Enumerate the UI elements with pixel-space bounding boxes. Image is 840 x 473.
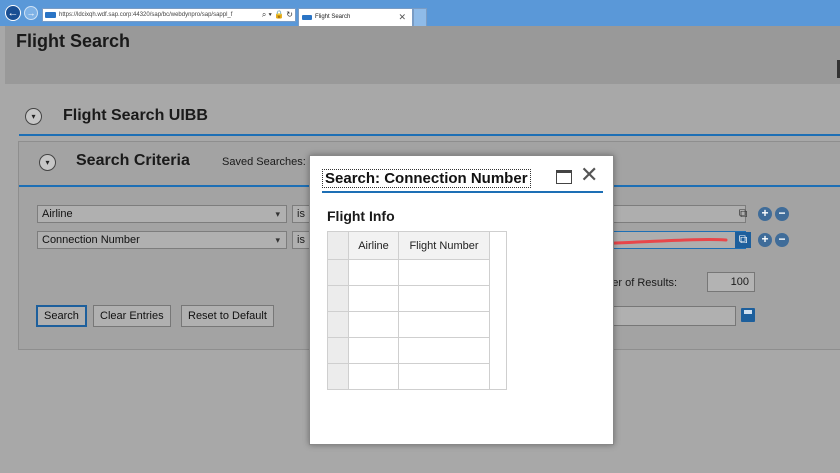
value-help-icon-active[interactable]: ⧉ bbox=[735, 232, 751, 248]
close-icon[interactable]: ✕ bbox=[580, 164, 598, 186]
table-scrollbar[interactable] bbox=[489, 231, 507, 390]
operator-select-airline[interactable]: is bbox=[292, 205, 310, 223]
save-icon[interactable] bbox=[741, 308, 755, 322]
remove-row-icon[interactable]: − bbox=[775, 207, 789, 221]
browser-tab[interactable]: Flight Search ✕ bbox=[298, 8, 413, 26]
forward-arrow-icon[interactable]: → bbox=[24, 6, 38, 20]
collapse-uibb-icon[interactable]: ▾ bbox=[25, 108, 42, 125]
tab-favicon-icon bbox=[302, 15, 312, 20]
value-help-icon[interactable]: ⧉ bbox=[735, 206, 751, 222]
flight-number-cell bbox=[398, 363, 490, 390]
address-bar[interactable]: https://ldcixqh.wdf.sap.corp:44320/sap/b… bbox=[42, 8, 296, 22]
search-criteria-title: Search Criteria bbox=[76, 152, 190, 169]
column-header-flight-number[interactable]: Flight Number bbox=[398, 231, 490, 260]
flight-results-table: Airline Flight Number bbox=[327, 231, 507, 390]
row-selector[interactable] bbox=[327, 363, 349, 390]
tab-close-icon[interactable]: ✕ bbox=[398, 9, 406, 25]
airline-cell bbox=[348, 337, 399, 364]
address-url: https://ldcixqh.wdf.sap.corp:44320/sap/b… bbox=[59, 12, 233, 18]
flight-number-cell bbox=[398, 285, 490, 312]
address-bar-icons[interactable]: ⌕ ▾ 🔒 ↻ bbox=[262, 9, 293, 21]
flight-number-cell bbox=[398, 337, 490, 364]
field-select-connection[interactable]: Connection Number ▾ bbox=[37, 231, 287, 249]
airline-cell bbox=[348, 363, 399, 390]
row-selector[interactable] bbox=[327, 259, 349, 286]
field-select-airline[interactable]: Airline ▾ bbox=[37, 205, 287, 223]
dialog-title: Search: Connection Number bbox=[322, 169, 531, 188]
page-header: Flight Search bbox=[5, 26, 840, 84]
dialog-title-divider bbox=[322, 191, 603, 193]
save-search-name-input[interactable] bbox=[610, 306, 736, 326]
column-header-airline[interactable]: Airline bbox=[348, 231, 399, 260]
table-row[interactable] bbox=[327, 311, 507, 338]
uibb-title: Flight Search UIBB bbox=[63, 107, 208, 124]
airline-cell bbox=[348, 259, 399, 286]
max-results-input[interactable]: 100 bbox=[707, 272, 755, 292]
uibb-header: ▾ Flight Search UIBB bbox=[19, 104, 840, 136]
table-row[interactable] bbox=[327, 363, 507, 390]
remove-row-icon[interactable]: − bbox=[775, 233, 789, 247]
field-select-value: Airline bbox=[42, 208, 73, 220]
chevron-down-icon: ▾ bbox=[275, 235, 280, 245]
row-selector[interactable] bbox=[327, 285, 349, 312]
operator-select-connection[interactable]: is bbox=[292, 231, 310, 249]
chevron-down-icon: ▾ bbox=[275, 209, 280, 219]
collapse-criteria-icon[interactable]: ▾ bbox=[39, 154, 56, 171]
airline-cell bbox=[348, 311, 399, 338]
table-row[interactable] bbox=[327, 285, 507, 312]
browser-toolbar: ← → https://ldcixqh.wdf.sap.corp:44320/s… bbox=[0, 0, 840, 26]
row-selector[interactable] bbox=[327, 337, 349, 364]
row-selector-header[interactable] bbox=[327, 231, 349, 260]
add-row-icon[interactable]: + bbox=[758, 207, 772, 221]
page-title: Flight Search bbox=[16, 31, 131, 51]
airline-value-input[interactable] bbox=[606, 205, 746, 223]
clear-entries-button[interactable]: Clear Entries bbox=[93, 305, 171, 327]
tab-title: Flight Search bbox=[315, 14, 351, 20]
add-row-icon[interactable]: + bbox=[758, 233, 772, 247]
row-selector[interactable] bbox=[327, 311, 349, 338]
back-arrow-icon[interactable]: ← bbox=[5, 5, 21, 21]
table-header-row: Airline Flight Number bbox=[327, 231, 507, 390]
flight-number-cell bbox=[398, 311, 490, 338]
saved-searches-label: Saved Searches: bbox=[222, 156, 306, 168]
site-favicon-icon bbox=[45, 12, 56, 18]
search-button[interactable]: Search bbox=[36, 305, 87, 327]
flight-info-title: Flight Info bbox=[327, 208, 395, 224]
table-row[interactable] bbox=[327, 337, 507, 364]
flight-number-cell bbox=[398, 259, 490, 286]
value-help-dialog: Search: Connection Number ✕ Flight Info … bbox=[309, 155, 614, 445]
field-select-value: Connection Number bbox=[42, 234, 140, 246]
airline-cell bbox=[348, 285, 399, 312]
maximize-icon[interactable] bbox=[556, 170, 572, 184]
table-row[interactable] bbox=[327, 259, 507, 286]
new-tab-button[interactable] bbox=[413, 8, 427, 26]
reset-to-default-button[interactable]: Reset to Default bbox=[181, 305, 274, 327]
